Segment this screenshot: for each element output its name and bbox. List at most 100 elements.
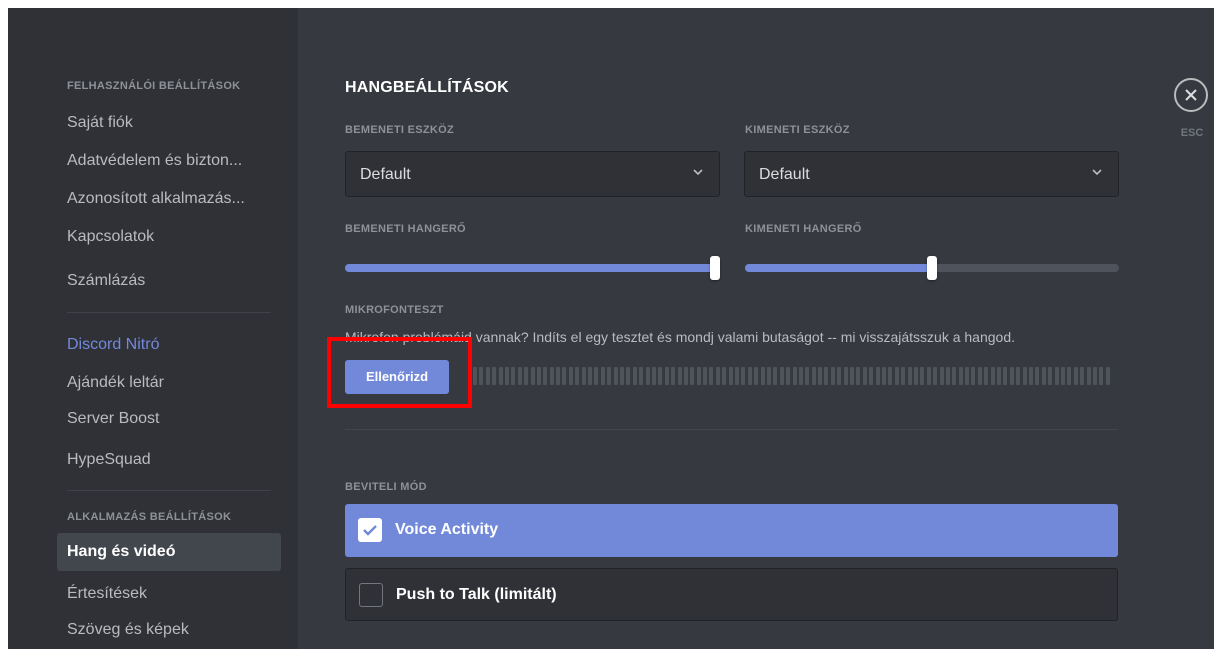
input-volume-slider[interactable] bbox=[345, 256, 720, 280]
meter-tick bbox=[901, 367, 906, 385]
meter-tick bbox=[856, 367, 861, 385]
meter-tick bbox=[613, 367, 618, 385]
user-settings-header: FELHASZNÁLÓI BEÁLLÍTÁSOK bbox=[67, 80, 241, 92]
meter-tick bbox=[479, 367, 484, 385]
meter-tick bbox=[735, 367, 740, 385]
meter-tick bbox=[933, 367, 938, 385]
page-title: HANGBEÁLLÍTÁSOK bbox=[345, 79, 509, 96]
sidebar-item-authorized-apps[interactable]: Azonosított alkalmazás... bbox=[57, 180, 281, 218]
meter-tick bbox=[1067, 367, 1072, 385]
meter-tick bbox=[786, 367, 791, 385]
meter-tick bbox=[907, 367, 912, 385]
meter-tick bbox=[619, 367, 624, 385]
output-volume-label: KIMENETI HANGERŐ bbox=[745, 223, 862, 235]
meter-tick bbox=[696, 367, 701, 385]
sidebar-item-text-images[interactable]: Szöveg és képek bbox=[57, 611, 281, 649]
meter-tick bbox=[607, 367, 612, 385]
voice-activity-label: Voice Activity bbox=[395, 521, 499, 538]
output-volume-slider[interactable] bbox=[745, 256, 1119, 280]
mic-test-button[interactable]: Ellenőrizd bbox=[345, 360, 449, 394]
meter-tick bbox=[1022, 367, 1027, 385]
sidebar-item-billing[interactable]: Számlázás bbox=[57, 262, 281, 300]
esc-label: ESC bbox=[1180, 127, 1204, 139]
output-device-label: KIMENETI ESZKÖZ bbox=[745, 124, 850, 136]
output-device-select[interactable]: Default bbox=[744, 151, 1119, 197]
meter-tick bbox=[1048, 367, 1053, 385]
sidebar-item-hypesquad[interactable]: HypeSquad bbox=[57, 441, 281, 479]
sidebar-item-connections[interactable]: Kapcsolatok bbox=[57, 218, 281, 256]
input-device-select[interactable]: Default bbox=[345, 151, 720, 197]
input-mode-label: BEVITELI MÓD bbox=[345, 481, 427, 493]
meter-tick bbox=[556, 367, 561, 385]
sidebar-item-voice-video[interactable]: Hang és videó bbox=[57, 533, 281, 571]
sidebar-item-server-boost[interactable]: Server Boost bbox=[57, 400, 281, 438]
meter-tick bbox=[773, 367, 778, 385]
meter-tick bbox=[837, 367, 842, 385]
meter-tick bbox=[824, 367, 829, 385]
sidebar-separator bbox=[67, 490, 271, 491]
meter-tick bbox=[926, 367, 931, 385]
meter-tick bbox=[536, 367, 541, 385]
push-to-talk-checkbox[interactable] bbox=[359, 583, 383, 607]
settings-content: HANGBEÁLLÍTÁSOK BEMENETI ESZKÖZ KIMENETI… bbox=[298, 8, 1214, 649]
sidebar-item-my-account[interactable]: Saját fiók bbox=[57, 104, 281, 142]
mic-test-label: MIKROFONTESZT bbox=[345, 304, 444, 316]
meter-tick bbox=[811, 367, 816, 385]
meter-tick bbox=[913, 367, 918, 385]
sidebar-item-notifications[interactable]: Értesítések bbox=[57, 575, 281, 613]
meter-tick bbox=[741, 367, 746, 385]
meter-tick bbox=[664, 367, 669, 385]
settings-window: FELHASZNÁLÓI BEÁLLÍTÁSOK Saját fiók Adat… bbox=[8, 8, 1214, 649]
meter-tick bbox=[1054, 367, 1059, 385]
input-volume-handle[interactable] bbox=[710, 256, 720, 280]
meter-tick bbox=[805, 367, 810, 385]
mic-level-meter bbox=[473, 367, 1118, 385]
meter-tick bbox=[632, 367, 637, 385]
meter-tick bbox=[511, 367, 516, 385]
input-device-value: Default bbox=[360, 166, 411, 183]
meter-tick bbox=[997, 367, 1002, 385]
meter-tick bbox=[568, 367, 573, 385]
meter-tick bbox=[882, 367, 886, 385]
push-to-talk-option[interactable]: Push to Talk (limitált) bbox=[345, 568, 1118, 621]
meter-tick bbox=[984, 367, 989, 385]
meter-tick bbox=[945, 367, 950, 385]
meter-tick bbox=[549, 367, 554, 385]
voice-activity-option[interactable]: Voice Activity bbox=[345, 504, 1118, 557]
sidebar-item-gift-inventory[interactable]: Ajándék leltár bbox=[57, 364, 281, 402]
meter-tick bbox=[645, 367, 650, 385]
output-volume-handle[interactable] bbox=[927, 256, 937, 280]
voice-activity-checkbox[interactable] bbox=[358, 518, 382, 542]
meter-tick bbox=[843, 367, 848, 385]
meter-tick bbox=[677, 367, 682, 385]
sidebar-item-discord-nitro[interactable]: Discord Nitró bbox=[57, 326, 281, 364]
meter-tick bbox=[1009, 367, 1014, 385]
meter-tick bbox=[1003, 367, 1008, 385]
push-to-talk-label: Push to Talk (limitált) bbox=[396, 586, 557, 603]
meter-tick bbox=[517, 367, 522, 385]
output-device-value: Default bbox=[759, 166, 810, 183]
meter-tick bbox=[958, 367, 963, 385]
meter-tick bbox=[990, 367, 995, 385]
meter-tick bbox=[894, 367, 899, 385]
meter-tick bbox=[639, 367, 644, 385]
meter-tick bbox=[683, 367, 688, 385]
close-button[interactable] bbox=[1174, 78, 1208, 112]
meter-tick bbox=[473, 367, 477, 385]
meter-tick bbox=[766, 367, 771, 385]
meter-tick bbox=[1028, 367, 1033, 385]
meter-tick bbox=[862, 367, 867, 385]
meter-tick bbox=[524, 367, 529, 385]
meter-tick bbox=[651, 367, 656, 385]
meter-tick bbox=[798, 367, 803, 385]
meter-tick bbox=[1099, 367, 1104, 385]
meter-tick bbox=[952, 367, 957, 385]
meter-tick bbox=[1086, 367, 1091, 385]
meter-tick bbox=[1092, 367, 1097, 385]
meter-tick bbox=[594, 367, 599, 385]
meter-tick bbox=[600, 367, 605, 385]
meter-tick bbox=[1060, 367, 1065, 385]
sidebar-item-privacy-safety[interactable]: Adatvédelem és bizton... bbox=[57, 142, 281, 180]
meter-tick bbox=[754, 367, 759, 385]
meter-tick bbox=[830, 367, 835, 385]
